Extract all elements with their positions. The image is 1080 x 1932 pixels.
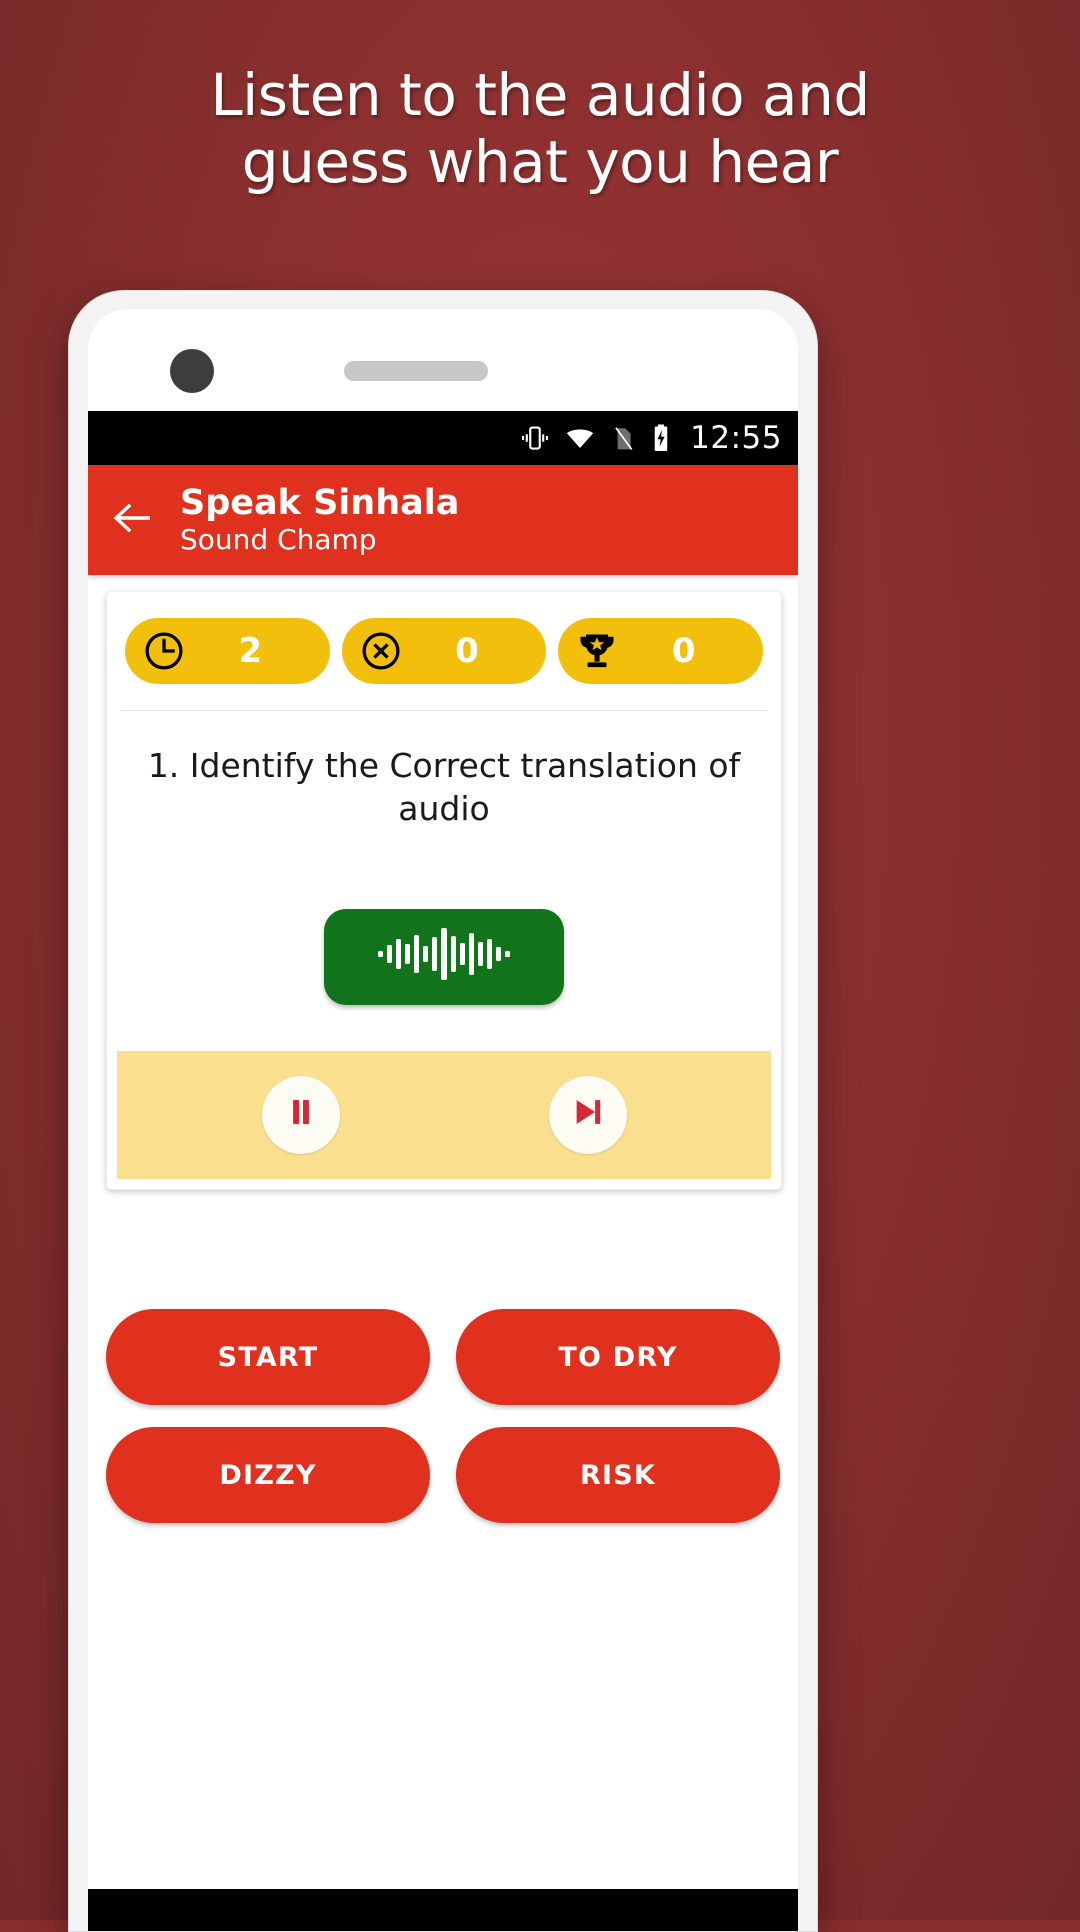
wrong-chip: 0 [341, 618, 547, 684]
earpiece-speaker [344, 361, 488, 381]
timer-value: 2 [238, 631, 263, 671]
app-bar-titles: Speak Sinhala Sound Champ [180, 484, 459, 555]
phone-screen: 12:55 Speak Sinhala Sound Champ 2 0 0 1.… [88, 309, 798, 1931]
answer-option-3[interactable]: DIZZY [106, 1427, 430, 1523]
quiz-card: 2 0 0 1. Identify the Correct translatio… [106, 591, 782, 1190]
front-camera-icon [170, 349, 214, 393]
promo-line-1: Listen to the audio and [210, 61, 870, 129]
answer-options: START TO DRY DIZZY RISK [106, 1309, 780, 1523]
play-audio-button[interactable] [324, 908, 564, 1005]
question-text: 1. Identify the Correct translation of a… [147, 746, 741, 828]
page-title: Speak Sinhala [180, 483, 460, 524]
app-bar: Speak Sinhala Sound Champ [88, 465, 798, 575]
pause-icon [284, 1095, 318, 1134]
promo-headline: Listen to the audio and guess what you h… [0, 62, 1080, 195]
phone-mockup: 12:55 Speak Sinhala Sound Champ 2 0 0 1.… [68, 290, 818, 1932]
skip-next-icon [570, 1095, 606, 1134]
wrong-value: 0 [455, 631, 479, 671]
answer-option-4[interactable]: RISK [456, 1427, 780, 1523]
status-bar: 12:55 [88, 411, 798, 465]
audio-waveform-icon [378, 926, 510, 987]
score-chip: 0 [558, 618, 764, 684]
answer-option-2[interactable]: TO DRY [456, 1309, 780, 1405]
back-button[interactable] [88, 465, 180, 575]
android-navigation-bar [88, 1889, 798, 1931]
audio-player-bar [117, 1050, 771, 1179]
x-circle-icon [358, 628, 404, 674]
promo-line-2: guess what you hear [241, 127, 839, 196]
back-arrow-icon [112, 501, 156, 540]
clock-icon [141, 628, 187, 674]
audio-button-wrap [107, 857, 781, 1051]
timer-chip: 2 [125, 618, 330, 684]
score-value: 0 [671, 631, 696, 671]
answer-option-1[interactable]: START [106, 1309, 430, 1405]
promo-screen: Listen to the audio and guess what you h… [0, 0, 1080, 1932]
battery-charging-icon [650, 423, 672, 453]
pause-button[interactable] [261, 1075, 340, 1154]
next-button[interactable] [548, 1075, 627, 1154]
trophy-icon [574, 628, 620, 674]
sim-card-off-icon [610, 423, 636, 453]
page-subtitle: Sound Champ [180, 522, 377, 556]
stats-row: 2 0 0 [107, 592, 781, 710]
status-bar-clock: 12:55 [690, 420, 782, 456]
vibrate-icon [520, 423, 550, 453]
wifi-icon [564, 423, 596, 453]
